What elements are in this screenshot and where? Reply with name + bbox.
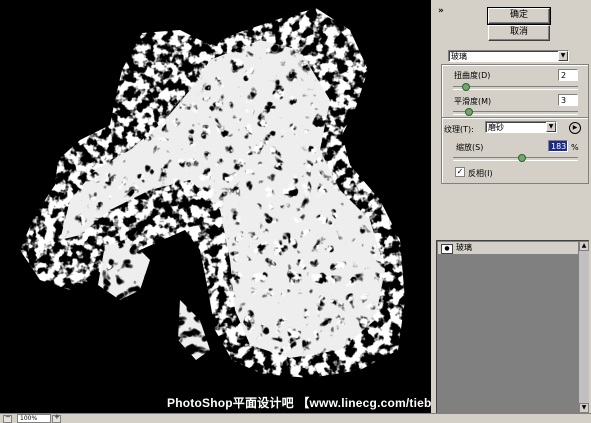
distortion-slider-track[interactable] [453,86,578,90]
chevron-down-icon: ▼ [558,51,568,61]
smoothness-input[interactable]: 3 [558,94,578,106]
preview-image [20,8,405,378]
filter-select-value: 玻璃 [451,52,467,61]
list-item[interactable]: ● 玻璃 [438,242,578,255]
layers-scrollbar[interactable]: ▲ ▼ [579,241,589,413]
invert-checkbox[interactable]: ✓ [455,167,465,177]
scaling-input[interactable]: 183 [548,140,568,152]
collapse-icon[interactable]: » [438,6,444,16]
distortion-label: 扭曲度(D) [454,71,491,80]
distortion-slider-thumb[interactable] [461,83,470,91]
chevron-down-icon: ▼ [546,122,556,132]
minus-icon: − [5,413,11,421]
chevron-down-icon[interactable]: ▼ [579,403,589,413]
texture-select-value: 磨砂 [488,123,504,132]
effect-layers-list: ● 玻璃 ▲ ▼ [436,240,589,413]
scaling-slider-track[interactable] [453,157,578,161]
layer-name: 玻璃 [456,243,472,252]
watermark-text: PhotoShop平面设计吧 【www.linecg.com/tieba/178… [167,396,431,410]
invert-label: 反相(I) [468,169,493,178]
plus-icon: + [54,413,60,421]
texture-label: 纹理(T): [444,125,474,134]
scaling-unit: % [571,143,579,152]
cancel-button[interactable]: 取消 [488,25,550,41]
eye-icon[interactable]: ● [441,244,453,254]
chevron-up-icon[interactable]: ▲ [579,241,589,251]
distortion-input[interactable]: 2 [558,69,578,81]
ok-button[interactable]: 确定 [487,7,551,25]
arrow-right-circle-icon[interactable]: ▶ [569,122,581,134]
filter-select[interactable]: 玻璃 ▼ [448,50,569,62]
filter-preview-canvas[interactable]: PhotoShop平面设计吧 【www.linecg.com/tieba/178… [0,0,431,413]
scaling-label: 缩放(S) [456,143,484,152]
smoothness-label: 平滑度(M) [454,97,492,106]
texture-select[interactable]: 磨砂 ▼ [485,121,557,133]
scaling-slider-thumb[interactable] [517,154,526,162]
